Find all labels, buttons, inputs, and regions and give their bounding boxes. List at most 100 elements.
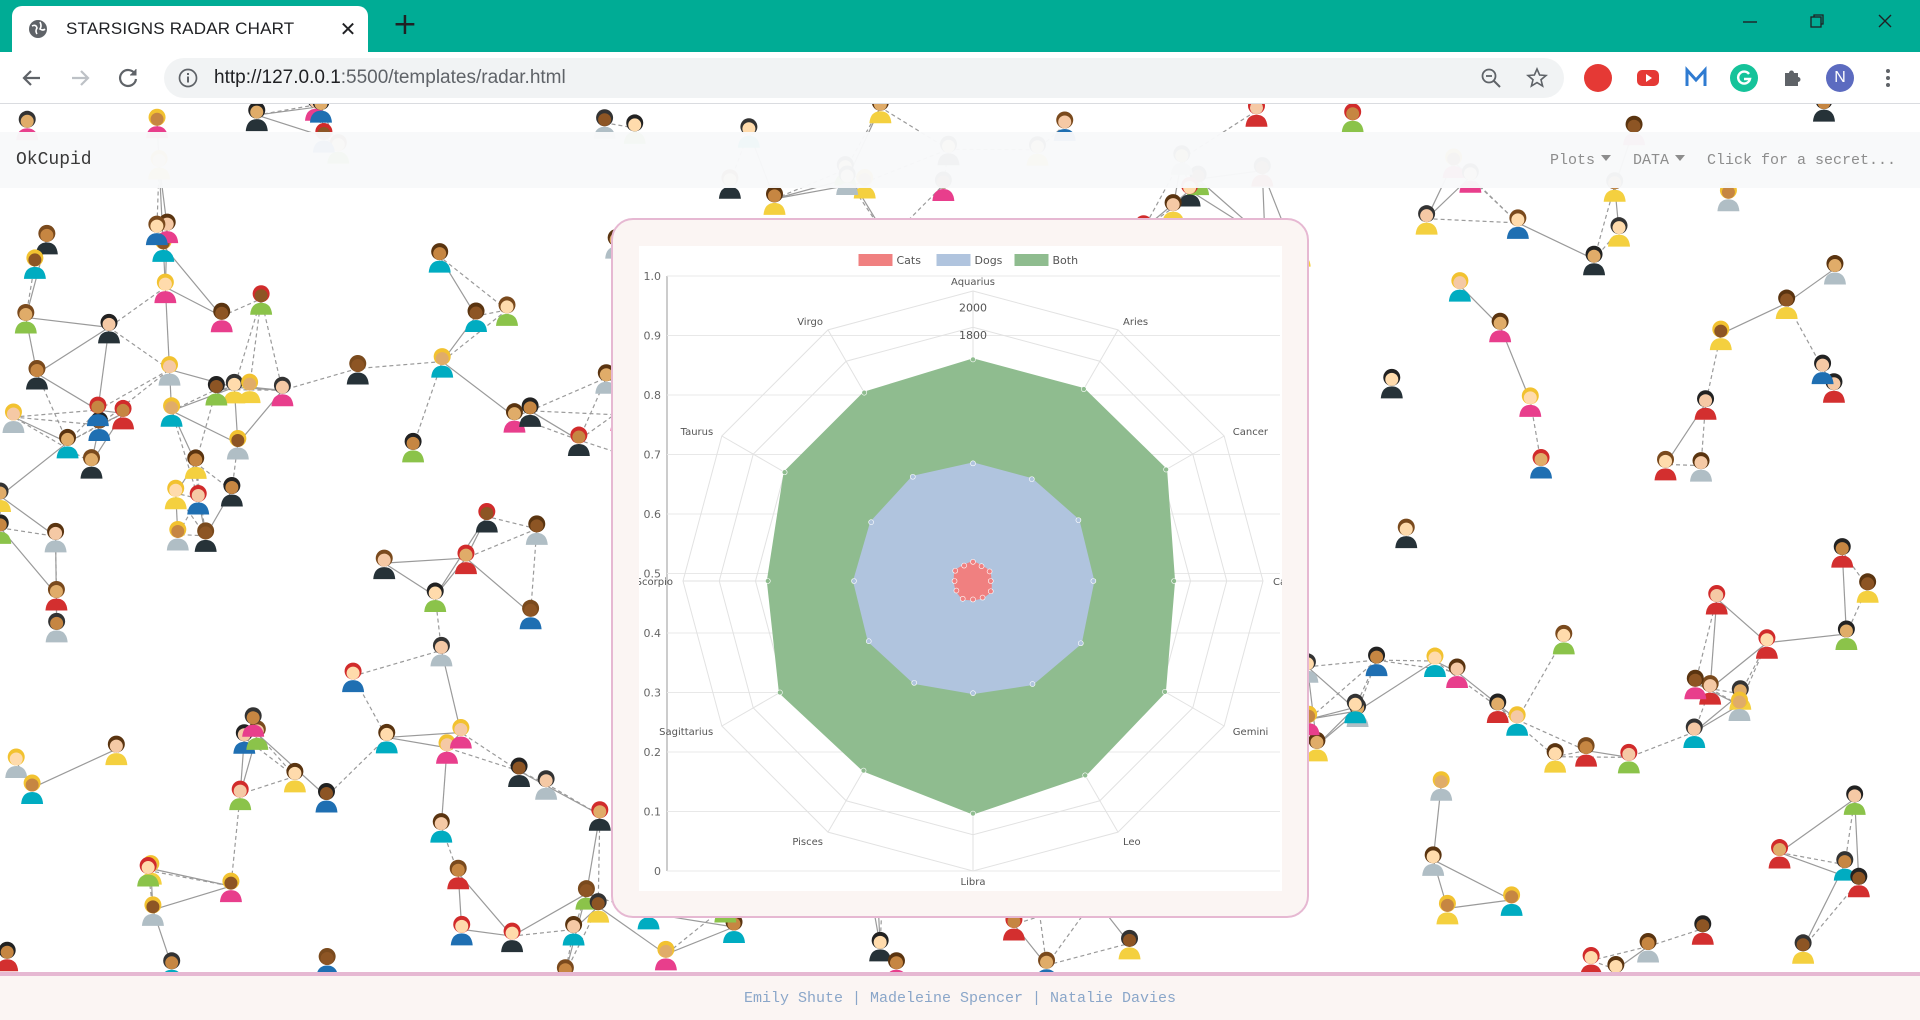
person-icon: [112, 399, 135, 430]
person-icon: [105, 735, 128, 766]
profile-avatar[interactable]: N: [1826, 64, 1854, 92]
extension-red-icon[interactable]: [1584, 64, 1612, 92]
person-icon: [475, 502, 498, 533]
person-icon: [1583, 245, 1606, 276]
person-icon: [1683, 718, 1706, 749]
person-icon: [869, 104, 892, 124]
zoom-out-icon[interactable]: [1480, 67, 1502, 89]
youtube-extension-icon[interactable]: [1634, 64, 1662, 92]
person-icon: [158, 356, 181, 386]
person-icon: [449, 719, 472, 749]
nav-plots-dropdown[interactable]: Plots: [1550, 152, 1611, 169]
side-axis-tick-label: 0: [654, 865, 661, 878]
series-point-dogs: [1075, 517, 1082, 523]
person-icon: [163, 952, 181, 974]
person-icon: [1436, 894, 1459, 925]
series-point-dogs: [1090, 578, 1097, 584]
person-icon: [525, 515, 548, 545]
radar-category-label: Virgo: [797, 317, 823, 328]
browser-tab[interactable]: STARSIGNS RADAR CHART ✕: [12, 6, 368, 52]
radar-category-label: Libra: [961, 877, 986, 888]
person-icon: [98, 313, 121, 344]
close-tab-icon[interactable]: ✕: [337, 18, 359, 40]
forward-arrow-icon[interactable]: [66, 64, 94, 92]
person-icon: [567, 426, 590, 457]
browser-tab-strip: STARSIGNS RADAR CHART ✕ +: [0, 0, 1920, 52]
minimize-icon[interactable]: [1735, 10, 1765, 34]
site-info-icon[interactable]: [178, 68, 198, 88]
person-icon: [654, 940, 677, 971]
chart-card: 0 0.1 0.2 0.3 0.4 0.5 0.6 0.7 0.8 0.9 1.0 1800 2000 A…: [611, 218, 1321, 918]
person-icon: [1775, 289, 1798, 320]
grammarly-icon[interactable]: [1730, 64, 1758, 92]
person-icon: [1690, 452, 1713, 482]
person-icon: [1380, 368, 1403, 399]
person-icon: [0, 482, 12, 512]
person-icon: [1843, 785, 1866, 815]
person-icon: [869, 931, 892, 962]
side-axis-tick-label: 0.4: [644, 627, 662, 640]
series-point-cats: [953, 587, 960, 594]
person-icon: [1305, 731, 1328, 762]
person-icon: [316, 947, 338, 974]
person-icon: [1608, 217, 1631, 247]
series-point-dogs: [911, 680, 917, 686]
series-point-cats: [961, 562, 967, 569]
extensions-puzzle-icon[interactable]: [1778, 64, 1806, 92]
person-icon: [5, 748, 28, 778]
bookmark-star-icon[interactable]: [1526, 67, 1548, 89]
radar-category-label: Aquarius: [951, 277, 995, 288]
radar-category-label: Sagittarius: [659, 727, 713, 738]
person-icon: [194, 522, 217, 552]
person-icon: [430, 813, 453, 843]
side-axis-tick-label: 1.0: [644, 270, 662, 283]
back-arrow-icon[interactable]: [18, 64, 46, 92]
person-icon: [1856, 573, 1879, 603]
series-point-cats: [979, 594, 986, 601]
person-icon: [0, 941, 19, 972]
person-icon: [373, 549, 396, 580]
legend-swatch-dogs: [936, 254, 971, 266]
side-axis-tick-label: 0.6: [644, 508, 662, 521]
series-point-both: [1171, 578, 1177, 584]
person-icon: [588, 801, 611, 831]
legend-label: Cats: [897, 254, 922, 267]
series-point-dogs: [910, 473, 916, 480]
person-icon: [166, 520, 189, 551]
radial-tick-label: 1800: [959, 329, 987, 342]
series-point-both: [970, 356, 976, 363]
person-icon: [1694, 390, 1717, 420]
series-point-both: [1163, 466, 1169, 473]
person-icon: [447, 859, 470, 890]
person-icon: [25, 360, 48, 390]
person-icon: [1489, 312, 1512, 343]
side-axis-tick-label: 0.1: [644, 806, 662, 819]
menu-kebab-icon[interactable]: [1874, 64, 1902, 92]
person-icon: [1580, 946, 1602, 974]
radar-category-label: Taurus: [680, 427, 714, 438]
nav-data-dropdown[interactable]: DATA: [1633, 152, 1685, 169]
person-icon: [402, 432, 425, 463]
person-icon: [283, 762, 306, 793]
radar-category-label: Leo: [1123, 837, 1141, 848]
person-icon: [454, 544, 477, 575]
close-window-icon[interactable]: [1870, 10, 1900, 34]
series-point-cats: [959, 595, 966, 602]
radar-category-label: Capricorn: [1273, 577, 1282, 588]
series-point-both: [781, 469, 788, 476]
series-point-cats: [970, 596, 976, 603]
brand-logo-text[interactable]: OkCupid: [16, 150, 92, 170]
nav-secret-link[interactable]: Click for a secret...: [1707, 152, 1896, 169]
url-text[interactable]: http://127.0.0.1:5500/templates/radar.ht…: [214, 67, 566, 89]
radar-category-label: Cancer: [1233, 427, 1269, 438]
caret-down-icon: [1674, 154, 1685, 161]
series-point-both: [1162, 689, 1168, 695]
series-point-dogs: [1029, 476, 1035, 482]
new-tab-icon[interactable]: +: [390, 10, 420, 40]
reload-icon[interactable]: [114, 64, 142, 92]
address-bar[interactable]: http://127.0.0.1:5500/templates/radar.ht…: [164, 58, 1564, 98]
n-extension-icon[interactable]: [1682, 64, 1710, 92]
side-axis-tick-label: 0.9: [644, 330, 662, 343]
person-icon: [1654, 450, 1677, 481]
restore-icon[interactable]: [1802, 10, 1832, 34]
